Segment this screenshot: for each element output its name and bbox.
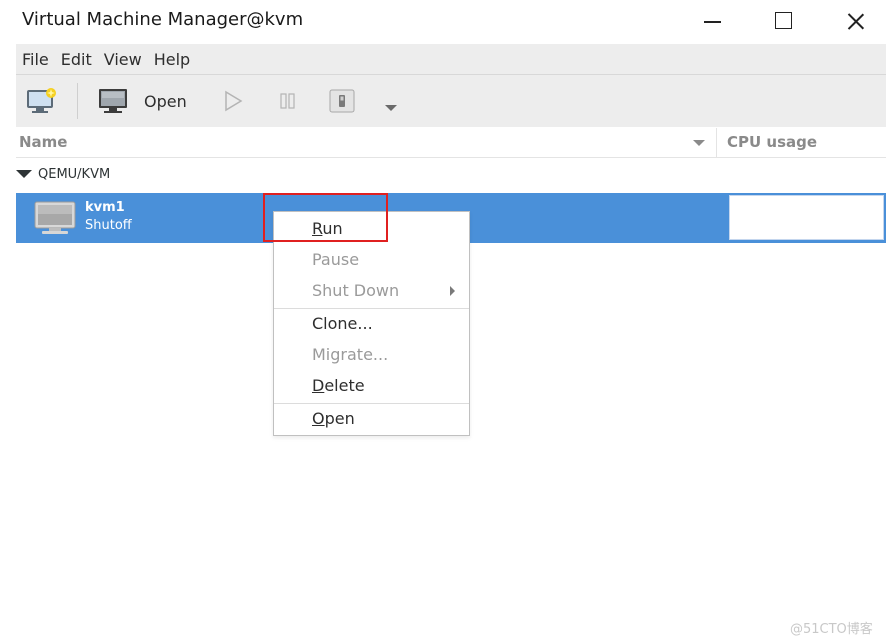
toolbar: Open — [16, 75, 886, 127]
close-button[interactable] — [842, 6, 872, 36]
menu-item-pause: Pause — [274, 245, 469, 275]
watermark: @51CTO博客 — [790, 622, 873, 637]
menu-item-shut-down-label: Shut Down — [312, 281, 400, 300]
menu-item-run-label: Run — [312, 219, 343, 238]
menu-bar: File Edit View Help — [16, 44, 886, 75]
label-rest: elete — [324, 376, 365, 395]
chevron-down-icon — [385, 105, 397, 111]
open-button[interactable]: Open — [98, 87, 187, 115]
cpu-usage-graph — [729, 195, 884, 240]
mnemonic-o: O — [312, 409, 325, 428]
run-button[interactable] — [223, 90, 243, 116]
vm-state: Shutoff — [85, 218, 132, 233]
shutdown-dropdown[interactable] — [384, 97, 398, 116]
menu-item-clone-label: Clone... — [312, 314, 373, 333]
shutdown-button[interactable] — [329, 89, 355, 117]
menu-item-delete-label: Delete — [312, 376, 365, 395]
monitor-icon — [99, 89, 127, 113]
maximize-button[interactable] — [769, 6, 799, 36]
vm-monitor-icon — [34, 201, 76, 234]
new-vm-icon — [27, 88, 56, 113]
menu-edit[interactable]: Edit — [55, 50, 98, 69]
window-title: Virtual Machine Manager@kvm — [22, 9, 304, 30]
toolbar-separator — [77, 83, 78, 119]
vm-name: kvm1 — [85, 200, 125, 215]
expander-icon[interactable] — [16, 170, 32, 178]
menu-help[interactable]: Help — [148, 50, 196, 69]
mnemonic-r: R — [312, 219, 323, 238]
label-rest: un — [322, 219, 343, 238]
context-menu: Run Pause Shut Down Clone... Migrate... … — [273, 211, 470, 436]
menu-item-delete[interactable]: Delete — [274, 371, 469, 401]
menu-file[interactable]: File — [16, 50, 55, 69]
column-name[interactable]: Name — [19, 133, 67, 151]
play-icon — [225, 90, 243, 112]
menu-item-open[interactable]: Open — [274, 404, 469, 434]
pause-button[interactable] — [278, 91, 298, 115]
open-button-label: Open — [144, 91, 187, 111]
shutdown-icon — [329, 89, 355, 113]
menu-item-migrate-label: Migrate... — [312, 345, 389, 364]
menu-view[interactable]: View — [98, 50, 148, 69]
label-rest: pen — [324, 409, 355, 428]
column-cpu-usage[interactable]: CPU usage — [727, 133, 817, 151]
submenu-arrow-icon — [450, 286, 455, 296]
menu-item-clone[interactable]: Clone... — [274, 309, 469, 339]
menu-item-shut-down: Shut Down — [274, 276, 469, 306]
connection-label: QEMU/KVM — [38, 167, 111, 182]
sort-arrow-icon[interactable] — [693, 140, 705, 146]
menu-item-run[interactable]: Run — [274, 214, 469, 244]
mnemonic-d: D — [312, 376, 325, 395]
menu-item-pause-label: Pause — [312, 250, 360, 269]
menu-item-migrate: Migrate... — [274, 340, 469, 370]
menu-item-open-label: Open — [312, 409, 355, 428]
pause-icon — [280, 93, 295, 109]
title-bar: Virtual Machine Manager@kvm — [0, 0, 886, 42]
column-divider — [716, 128, 717, 157]
minimize-button[interactable] — [697, 6, 727, 36]
list-header: Name CPU usage — [16, 128, 886, 158]
connection-group[interactable]: QEMU/KVM — [16, 160, 886, 190]
new-vm-button[interactable] — [26, 88, 58, 114]
